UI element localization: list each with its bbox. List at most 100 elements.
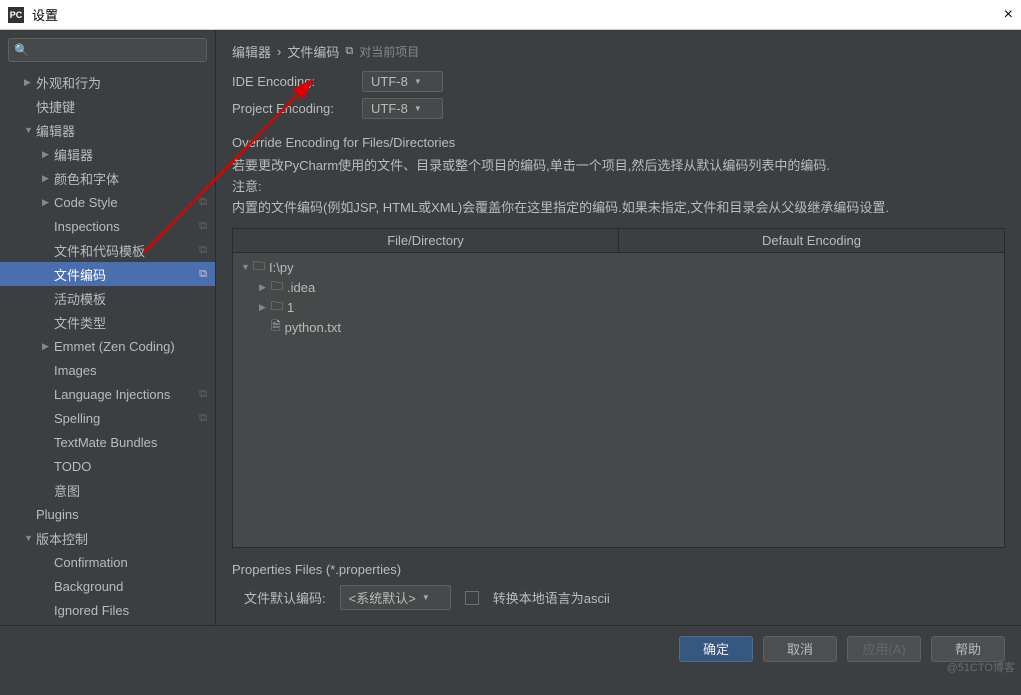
sidebar-item[interactable]: 编辑器	[0, 118, 215, 142]
override-hint: 若要更改PyCharm使用的文件、目录或整个项目的编码,单击一个项目,然后选择从…	[232, 156, 1005, 218]
properties-encoding-dropdown[interactable]: <系统默认>	[340, 585, 451, 610]
file-tree[interactable]: ▼🗀I:\py▶🗀.idea▶🗀1🗎python.txt	[233, 253, 1004, 547]
sidebar-item[interactable]: Language Injections⧉	[0, 382, 215, 406]
search-input[interactable]	[8, 38, 207, 62]
project-encoding-label: Project Encoding:	[232, 101, 362, 116]
close-icon[interactable]: ×	[1004, 6, 1013, 24]
sidebar-item-label: Spelling	[54, 411, 199, 426]
sidebar-item[interactable]: Emmet (Zen Coding)	[0, 334, 215, 358]
folder-icon: 🗀	[271, 277, 283, 298]
apply-button[interactable]: 应用(A)	[847, 636, 921, 662]
project-badge-icon: ⧉	[199, 268, 207, 281]
sidebar-item-label: 文件和代码模板	[54, 241, 199, 260]
sidebar-item-label: Language Injections	[54, 387, 199, 402]
sidebar-item[interactable]: Confirmation	[0, 550, 215, 574]
sidebar-item-label: 颜色和字体	[54, 169, 215, 188]
sidebar-item[interactable]: Ignored Files	[0, 598, 215, 622]
sidebar-item[interactable]: 文件类型	[0, 310, 215, 334]
sidebar-item[interactable]: Inspections⧉	[0, 214, 215, 238]
ok-button[interactable]: 确定	[679, 636, 753, 662]
column-default-encoding[interactable]: Default Encoding	[619, 229, 1004, 252]
sidebar-item[interactable]: Background	[0, 574, 215, 598]
sidebar-item[interactable]: 版本控制	[0, 526, 215, 550]
breadcrumb-editor[interactable]: 编辑器	[232, 42, 271, 61]
sidebar-item-label: 活动模板	[54, 289, 215, 308]
sidebar-item[interactable]: Issue Navigation	[0, 622, 215, 625]
ide-encoding-label: IDE Encoding:	[232, 74, 362, 89]
scope-icon: ⧉	[345, 45, 353, 58]
sidebar-item-label: 编辑器	[36, 121, 215, 140]
content-pane: 编辑器 › 文件编码 ⧉ 对当前项目 IDE Encoding: UTF-8 P…	[216, 30, 1021, 625]
project-encoding-dropdown[interactable]: UTF-8	[362, 98, 443, 119]
dialog-footer: 确定 取消 应用(A) 帮助	[0, 625, 1021, 671]
sidebar-item[interactable]: 外观和行为	[0, 70, 215, 94]
chevron-icon: ▶	[259, 302, 271, 313]
tree-node[interactable]: ▶🗀 1	[237, 297, 1000, 317]
chevron-icon: ▼	[241, 262, 253, 272]
folder-icon: 🗀	[271, 297, 283, 318]
sidebar-item-label: Emmet (Zen Coding)	[54, 339, 215, 354]
sidebar: 🔍 外观和行为快捷键编辑器编辑器颜色和字体Code Style⧉Inspecti…	[0, 30, 216, 625]
chevron-icon	[42, 173, 54, 184]
project-badge-icon: ⧉	[199, 388, 207, 401]
sidebar-item-label: 快捷键	[36, 97, 215, 116]
node-label: I:\py	[269, 260, 294, 275]
tree-node[interactable]: ▼🗀 I:\py	[237, 257, 1000, 277]
sidebar-item-label: Confirmation	[54, 555, 215, 570]
sidebar-item[interactable]: 编辑器	[0, 142, 215, 166]
titlebar: PC 设置 ×	[0, 0, 1021, 30]
sidebar-item[interactable]: 意图	[0, 478, 215, 502]
tree-node[interactable]: 🗎 python.txt	[237, 317, 1000, 337]
project-badge-icon: ⧉	[199, 412, 207, 425]
node-label: 1	[287, 300, 294, 315]
project-badge-icon: ⧉	[199, 196, 207, 209]
project-badge-icon: ⧉	[199, 220, 207, 233]
sidebar-item-label: Inspections	[54, 219, 199, 234]
search-box: 🔍	[8, 38, 207, 62]
node-label: python.txt	[285, 320, 341, 335]
sidebar-item[interactable]: Images	[0, 358, 215, 382]
sidebar-item-label: Background	[54, 579, 215, 594]
sidebar-item[interactable]: Code Style⧉	[0, 190, 215, 214]
override-title: Override Encoding for Files/Directories	[232, 135, 1005, 150]
sidebar-item-label: TODO	[54, 459, 215, 474]
sidebar-item[interactable]: TextMate Bundles	[0, 430, 215, 454]
chevron-icon: ▶	[259, 282, 271, 293]
cancel-button[interactable]: 取消	[763, 636, 837, 662]
sidebar-item[interactable]: 文件编码⧉	[0, 262, 215, 286]
chevron-icon	[42, 149, 54, 160]
properties-encoding-label: 文件默认编码:	[244, 588, 326, 607]
properties-title: Properties Files (*.properties)	[232, 562, 1005, 577]
sidebar-item-label: Code Style	[54, 195, 199, 210]
ascii-checkbox-label: 转换本地语言为ascii	[493, 588, 610, 607]
project-badge-icon: ⧉	[199, 244, 207, 257]
sidebar-item[interactable]: TODO	[0, 454, 215, 478]
ascii-checkbox[interactable]	[465, 591, 479, 605]
sidebar-item[interactable]: Plugins	[0, 502, 215, 526]
chevron-icon	[42, 197, 54, 208]
sidebar-item-label: Ignored Files	[54, 603, 215, 618]
breadcrumb: 编辑器 › 文件编码 ⧉ 对当前项目	[232, 38, 1005, 71]
sidebar-item[interactable]: 颜色和字体	[0, 166, 215, 190]
file-icon: 🗎	[271, 317, 281, 338]
ide-encoding-dropdown[interactable]: UTF-8	[362, 71, 443, 92]
sidebar-item-label: Plugins	[36, 507, 215, 522]
sidebar-item[interactable]: Spelling⧉	[0, 406, 215, 430]
node-label: .idea	[287, 280, 315, 295]
window-title: 设置	[32, 5, 1004, 24]
sidebar-item[interactable]: 活动模板	[0, 286, 215, 310]
sidebar-item-label: 意图	[54, 481, 215, 500]
tree-node[interactable]: ▶🗀 .idea	[237, 277, 1000, 297]
folder-icon: 🗀	[253, 257, 265, 278]
sidebar-item-label: 外观和行为	[36, 73, 215, 92]
chevron-icon	[24, 77, 36, 88]
sidebar-item[interactable]: 文件和代码模板⧉	[0, 238, 215, 262]
sidebar-item[interactable]: 快捷键	[0, 94, 215, 118]
breadcrumb-encoding: 文件编码	[287, 42, 339, 61]
column-file-directory[interactable]: File/Directory	[233, 229, 619, 252]
chevron-icon	[42, 341, 54, 352]
sidebar-item-label: TextMate Bundles	[54, 435, 215, 450]
watermark: @51CTO博客	[947, 659, 1015, 675]
help-button[interactable]: 帮助	[931, 636, 1005, 662]
settings-tree[interactable]: 外观和行为快捷键编辑器编辑器颜色和字体Code Style⧉Inspection…	[0, 70, 215, 625]
